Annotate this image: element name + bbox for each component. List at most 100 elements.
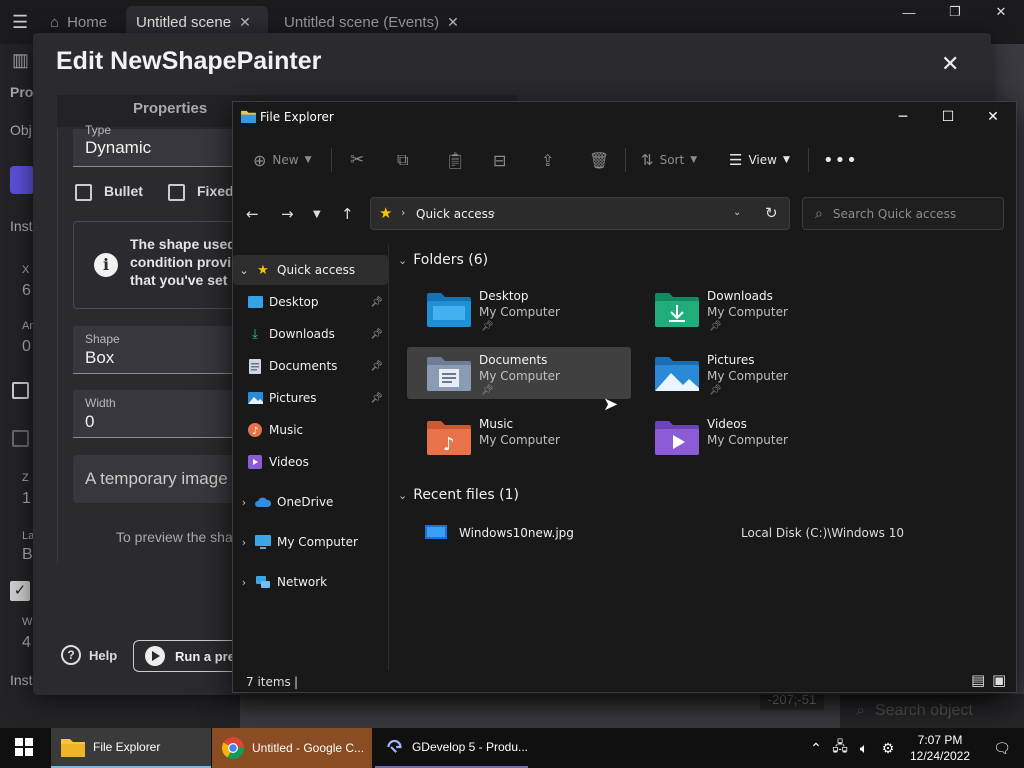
folder-desktop[interactable]: Desktop My Computer 📌︎: [407, 283, 631, 335]
search-object-field[interactable]: ⌕ Search object: [840, 694, 1024, 728]
hamburger-menu-icon[interactable]: ☰: [12, 12, 28, 33]
pin-icon[interactable]: 📌︎: [370, 329, 383, 340]
sort-button[interactable]: ⇅ Sort ▼: [641, 140, 697, 180]
copy-icon[interactable]: ⧉: [397, 140, 408, 180]
nav-item-desktop[interactable]: Desktop 📌︎: [233, 287, 388, 317]
minimize-icon[interactable]: ─: [880, 102, 926, 132]
nav-item-onedrive[interactable]: › OneDrive: [233, 487, 388, 517]
new-button[interactable]: ⊕ New ▼: [253, 140, 312, 180]
sort-icon: ⇅: [641, 151, 654, 169]
folders-group-header[interactable]: ⌄ Folders (6): [398, 252, 488, 268]
recent-file-location: Local Disk (C:)\Windows 10: [741, 526, 904, 540]
type-select[interactable]: Type Dynamic: [73, 123, 253, 167]
paste-icon[interactable]: 📋︎: [445, 140, 465, 180]
nav-item-documents[interactable]: Documents 📌︎: [233, 351, 388, 381]
close-tab-icon[interactable]: ✕: [239, 14, 251, 31]
folder-name: Music: [479, 417, 514, 431]
panel-toggle-icon[interactable]: ▥: [12, 50, 29, 71]
search-input[interactable]: ⌕ Search Quick access: [802, 197, 1004, 230]
title-bar[interactable]: File Explorer ─ ☐ ✕: [233, 102, 1016, 132]
chevron-up-icon[interactable]: ⌃: [804, 740, 828, 757]
dialog-title: Edit NewShapePainter: [56, 47, 322, 75]
pin-icon[interactable]: 📌︎: [370, 361, 383, 372]
taskbar-item-file-explorer[interactable]: File Explorer: [51, 728, 211, 768]
refresh-icon[interactable]: ↻: [765, 204, 778, 222]
pin-icon[interactable]: 📌︎: [370, 393, 383, 404]
folder-videos[interactable]: Videos My Computer: [635, 411, 859, 463]
checkbox-checked-icon[interactable]: ✓: [10, 581, 30, 601]
nav-item-music[interactable]: ♪ Music: [233, 415, 388, 445]
shape-value: Box: [85, 348, 115, 367]
fixed-rotation-checkbox[interactable]: [168, 184, 185, 201]
maximize-icon[interactable]: ☐: [925, 102, 971, 132]
close-icon[interactable]: ✕: [978, 0, 1024, 24]
shape-select[interactable]: Shape Box: [73, 326, 253, 374]
view-button[interactable]: ☰ View ▼: [729, 140, 790, 180]
recent-file-row[interactable]: Windows10new.jpg Local Disk (C:)\Windows…: [413, 518, 1003, 548]
back-arrow-icon[interactable]: ←: [246, 205, 259, 223]
breadcrumb-quick-access[interactable]: Quick access: [416, 207, 494, 221]
details-view-icon[interactable]: ▤: [971, 671, 985, 689]
notifications-icon[interactable]: 🗨︎: [980, 740, 1024, 757]
bullet-checkbox[interactable]: [75, 184, 92, 201]
nav-item-downloads[interactable]: ⤓ Downloads 📌︎: [233, 319, 388, 349]
address-bar[interactable]: ★ › Quick access › ⌄ ↻: [370, 197, 790, 230]
chevron-right-icon[interactable]: ›: [491, 206, 495, 219]
panel-label: Inst: [10, 218, 33, 234]
taskbar-item-chrome[interactable]: Untitled - Google C...: [212, 728, 372, 768]
close-tab-icon[interactable]: ✕: [447, 14, 459, 31]
chevron-right-icon[interactable]: ›: [233, 576, 255, 589]
taskbar: File Explorer Untitled - Google C... GDe…: [0, 728, 1024, 768]
volume-icon[interactable]: 🔈︎: [852, 740, 876, 757]
panel-value: B: [22, 546, 33, 563]
chevron-right-icon[interactable]: ›: [233, 496, 255, 509]
object-button[interactable]: [10, 166, 34, 194]
nav-item-my-computer[interactable]: › My Computer: [233, 527, 388, 557]
clock[interactable]: 7:07 PM 12/24/2022: [900, 732, 980, 764]
checkbox[interactable]: [12, 430, 29, 447]
minimize-icon[interactable]: —: [886, 0, 932, 24]
forward-arrow-icon[interactable]: →: [281, 205, 294, 223]
share-icon[interactable]: ⇪: [541, 140, 554, 180]
rename-icon[interactable]: ⊟: [493, 140, 506, 180]
nav-item-quick-access[interactable]: ⌄ ★ Quick access: [233, 255, 388, 285]
folder-pictures[interactable]: Pictures My Computer 📌︎: [635, 347, 859, 399]
taskbar-item-gdevelop[interactable]: GDevelop 5 - Produ...: [375, 728, 528, 768]
folder-downloads[interactable]: Downloads My Computer 📌︎: [635, 283, 859, 335]
info-text: that you've set u: [130, 272, 240, 288]
cut-icon[interactable]: ✂: [350, 140, 364, 180]
chevron-down-icon[interactable]: ⌄: [233, 264, 255, 277]
recent-files-group-header[interactable]: ⌄ Recent files (1): [398, 487, 519, 503]
panel-label: Z: [22, 472, 29, 484]
network-icon[interactable]: 🖧︎: [828, 736, 852, 760]
checkbox[interactable]: [12, 382, 29, 399]
tiles-view-icon[interactable]: ▣: [992, 671, 1006, 689]
nav-item-pictures[interactable]: Pictures 📌︎: [233, 383, 388, 413]
chevron-down-icon: ⌄: [398, 488, 408, 502]
help-button[interactable]: ? Help: [61, 645, 117, 665]
pin-icon[interactable]: 📌︎: [370, 297, 383, 308]
recent-locations-icon[interactable]: ▼: [313, 209, 321, 220]
start-windows-icon[interactable]: [15, 738, 33, 761]
close-icon[interactable]: ✕: [970, 102, 1016, 132]
tab-properties[interactable]: Properties: [133, 100, 207, 117]
panel-label: X: [22, 264, 30, 276]
status-divider: |: [294, 675, 299, 689]
chevron-down-icon[interactable]: ⌄: [733, 207, 741, 218]
downloads-folder-icon: [655, 293, 699, 327]
width-input[interactable]: Width 0: [73, 390, 253, 438]
delete-icon[interactable]: 🗑︎: [589, 140, 609, 180]
restore-icon[interactable]: ❐: [932, 0, 978, 24]
bullet-label: Bullet: [104, 183, 143, 199]
desktop-icon: [247, 294, 263, 310]
nav-item-videos[interactable]: Videos: [233, 447, 388, 477]
close-icon[interactable]: ✕: [941, 51, 959, 77]
up-arrow-icon[interactable]: ↑: [341, 205, 354, 223]
width-label: Width: [85, 396, 116, 410]
more-options-icon[interactable]: •••: [823, 140, 858, 180]
chevron-right-icon[interactable]: ›: [233, 536, 255, 549]
folder-documents[interactable]: Documents My Computer 📌︎: [407, 347, 631, 399]
folder-music[interactable]: ♪ Music My Computer: [407, 411, 631, 463]
nav-item-network[interactable]: › Network: [233, 567, 388, 597]
settings-gear-icon[interactable]: ⚙: [876, 740, 900, 757]
